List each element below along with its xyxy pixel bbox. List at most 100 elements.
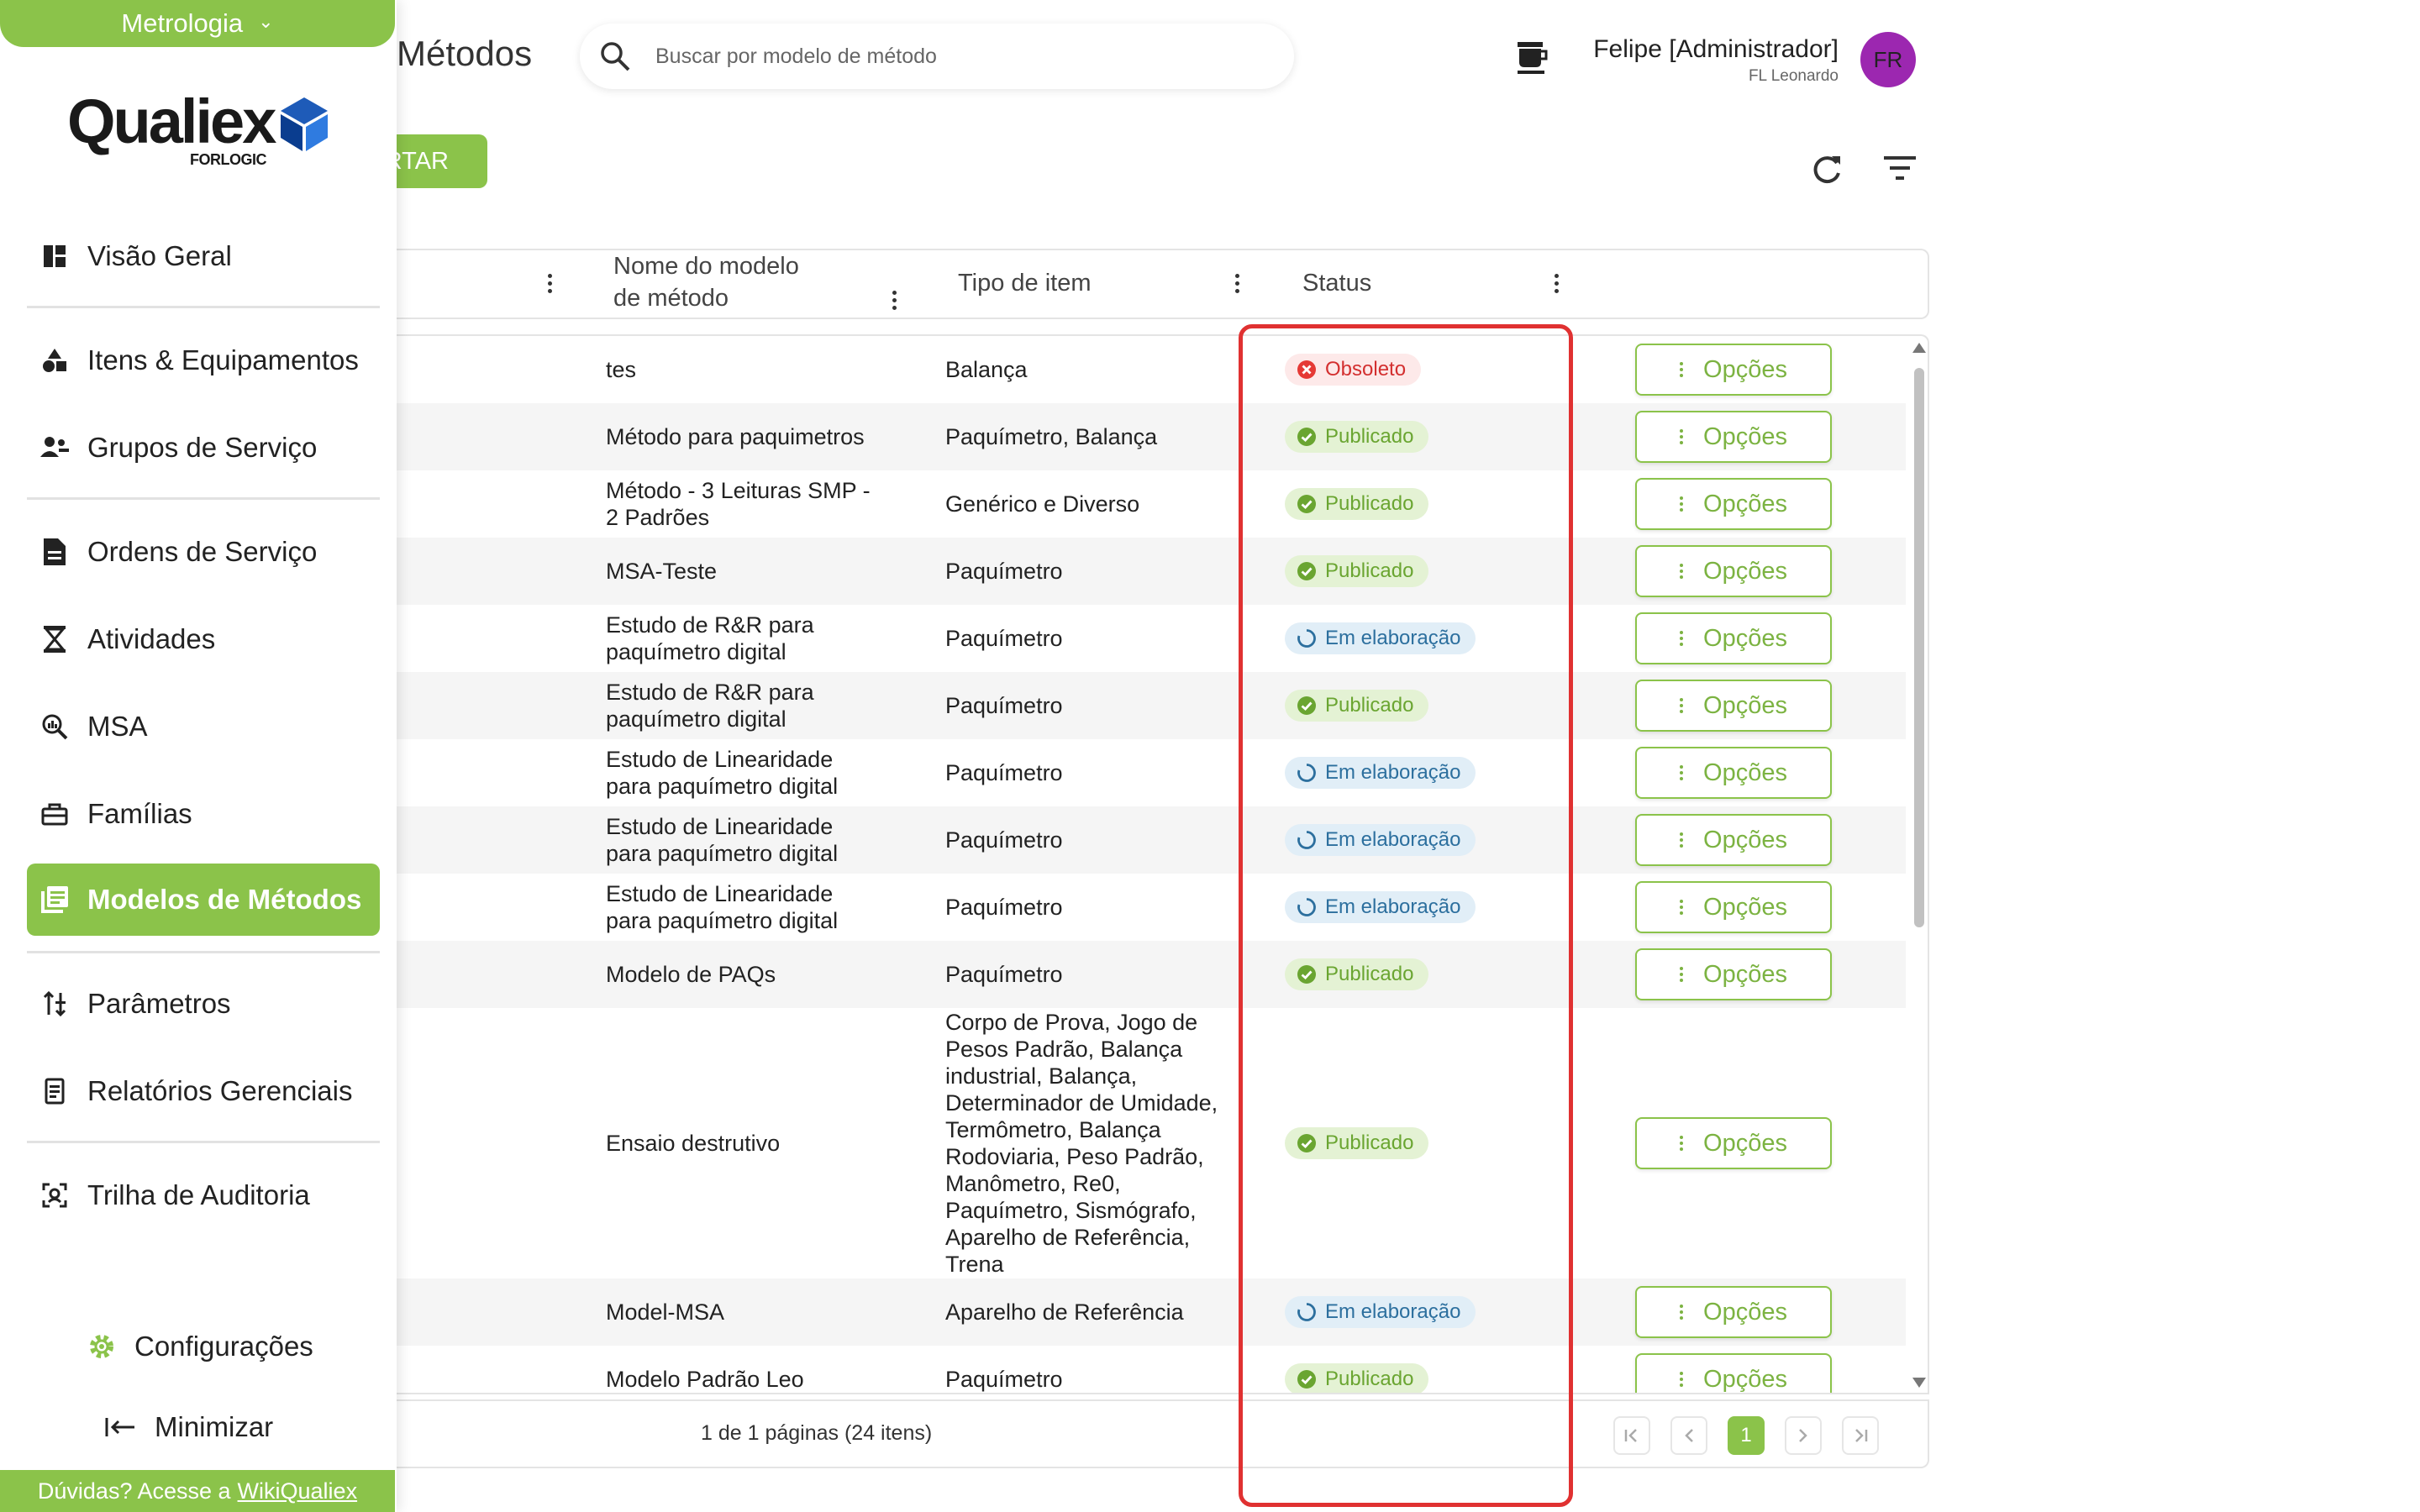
logo-subtitle: FORLOGIC — [190, 151, 267, 168]
options-label: Opções — [1703, 490, 1787, 517]
shapes-icon — [40, 346, 69, 375]
nav-item-itens-equipamentos[interactable]: Itens & Equipamentos — [27, 324, 380, 396]
module-switcher[interactable]: Metrologia ⌄ — [0, 0, 395, 47]
vertical-scrollbar[interactable] — [1909, 336, 1928, 1393]
options-button[interactable]: Opções — [1635, 344, 1832, 396]
dashboard-icon — [40, 242, 69, 270]
nav-item-visao-geral[interactable]: Visão Geral — [27, 220, 380, 292]
options-button[interactable]: Opções — [1635, 612, 1832, 664]
next-page-button[interactable] — [1785, 1416, 1822, 1455]
more-vert-icon — [1680, 1369, 1684, 1389]
options-label: Opções — [1703, 1365, 1787, 1393]
options-button[interactable]: Opções — [1635, 814, 1832, 866]
library-books-icon — [40, 885, 69, 914]
table-row: Model-MSA Aparelho de Referência Em elabor… — [397, 1278, 1906, 1346]
nav-label: Relatórios Gerenciais — [87, 1075, 353, 1106]
zoom-analytics-icon — [40, 712, 69, 741]
last-page-button[interactable] — [1842, 1416, 1879, 1455]
options-button[interactable]: Opções — [1635, 1286, 1832, 1338]
collapse-left-icon — [105, 1418, 134, 1436]
nav-item-familias[interactable]: Famílias — [27, 778, 380, 850]
cell-method-name: MSA-Teste — [606, 559, 718, 584]
cell-method-name: tes — [606, 357, 637, 382]
nav-item-grupos-servico[interactable]: Grupos de Serviço — [27, 412, 380, 484]
more-vert-icon — [1680, 763, 1684, 783]
user-info[interactable]: Felipe [Administrador] FL Leonardo — [1593, 35, 1839, 86]
column-header-type[interactable]: Tipo de item — [958, 267, 1092, 299]
nav-item-parametros[interactable]: Parâmetros — [27, 968, 380, 1040]
nav-item-trilha-auditoria[interactable]: Trilha de Auditoria — [27, 1159, 380, 1231]
more-vert-icon — [1680, 427, 1684, 447]
first-page-button[interactable] — [1613, 1416, 1650, 1455]
help-bar: Dúvidas? Acesse a WikiQualiex — [0, 1470, 395, 1512]
nav-item-modelos-metodos[interactable]: Modelos de Métodos — [27, 864, 380, 936]
options-button[interactable]: Opções — [1635, 545, 1832, 597]
options-label: Opções — [1703, 355, 1787, 383]
column-header-status[interactable]: Status — [1302, 267, 1371, 299]
options-button[interactable]: Opções — [1635, 478, 1832, 530]
options-label: Opções — [1703, 759, 1787, 786]
more-vert-icon — [1680, 897, 1684, 917]
options-button[interactable]: Opções — [1635, 948, 1832, 1000]
cell-item-type: Paquímetro — [945, 693, 1063, 718]
status-column-highlight — [1239, 324, 1573, 1507]
nav-label: Itens & Equipamentos — [87, 344, 359, 375]
nav-item-atividades[interactable]: Atividades — [27, 603, 380, 675]
help-text: Dúvidas? Acesse a — [37, 1478, 231, 1504]
table-row: Método para paquimetros Paquímetro, Balan… — [397, 403, 1906, 470]
toolbox-icon — [40, 800, 69, 828]
more-vert-icon — [1680, 964, 1684, 984]
wiki-link[interactable]: WikiQualiex — [238, 1478, 358, 1504]
page-button-current[interactable]: 1 — [1728, 1416, 1765, 1455]
column-menu-icon[interactable] — [548, 274, 553, 297]
options-button[interactable]: Opções — [1635, 680, 1832, 732]
cell-item-type: Paquímetro — [945, 1367, 1063, 1392]
more-vert-icon — [1680, 696, 1684, 716]
prev-page-button[interactable] — [1670, 1416, 1707, 1455]
minimize-label: Minimizar — [155, 1411, 274, 1442]
nav-item-relatorios-gerenciais[interactable]: Relatórios Gerenciais — [27, 1055, 380, 1127]
scrollbar-thumb[interactable] — [1914, 368, 1924, 927]
hourglass-icon — [40, 625, 69, 654]
options-label: Opções — [1703, 557, 1787, 585]
cell-method-name: Método para paquimetros — [606, 424, 865, 449]
options-button[interactable]: Opções — [1635, 747, 1832, 799]
last-page-icon — [1855, 1429, 1868, 1442]
methods-table: tes Balança Obsoleto Opções Método para paqu… — [397, 334, 1929, 1394]
nav-item-ordens-servico[interactable]: Ordens de Serviço — [27, 516, 380, 588]
nav-label: Atividades — [87, 623, 216, 654]
nav-item-msa[interactable]: MSA — [27, 690, 380, 763]
column-menu-icon[interactable] — [1555, 274, 1560, 297]
options-label: Opções — [1703, 624, 1787, 652]
column-header-name[interactable]: Nome do modelo de método — [613, 250, 799, 314]
refresh-icon[interactable] — [1810, 153, 1844, 191]
filter-icon[interactable] — [1882, 153, 1918, 187]
options-button[interactable]: Opções — [1635, 1353, 1832, 1393]
column-menu-icon[interactable] — [892, 291, 897, 313]
more-vert-icon — [1680, 830, 1684, 850]
options-button[interactable]: Opções — [1635, 1117, 1832, 1169]
scroll-down-icon[interactable] — [1912, 1378, 1926, 1388]
scroll-up-icon[interactable] — [1912, 343, 1926, 353]
coffee-icon[interactable] — [1516, 40, 1549, 80]
nav-divider — [27, 306, 380, 308]
settings-link[interactable]: Configurações — [87, 1331, 313, 1362]
minimize-link[interactable]: Minimizar — [104, 1411, 273, 1443]
cell-item-type: Paquímetro — [945, 559, 1063, 584]
cell-item-type: Paquímetro, Balança — [945, 424, 1158, 449]
search-input[interactable] — [655, 44, 1244, 69]
column-menu-icon[interactable] — [1235, 274, 1240, 297]
avatar[interactable]: FR — [1860, 32, 1916, 87]
document-icon — [40, 538, 69, 566]
options-button[interactable]: Opções — [1635, 881, 1832, 933]
search-icon — [601, 42, 630, 71]
table-row: Estudo de R&R para paquímetro digital Paq… — [397, 605, 1906, 672]
logo-mark-icon — [281, 97, 329, 151]
options-button[interactable]: Opções — [1635, 411, 1832, 463]
gear-icon — [90, 1335, 113, 1358]
table-row: Método - 3 Leituras SMP - 2 Padrões Genér… — [397, 470, 1906, 538]
table-row: MSA-Teste Paquímetro Publicado Opções — [397, 538, 1906, 605]
nav-label: Parâmetros — [87, 988, 231, 1019]
search-bar[interactable] — [580, 24, 1294, 89]
nav-label: Ordens de Serviço — [87, 536, 318, 567]
